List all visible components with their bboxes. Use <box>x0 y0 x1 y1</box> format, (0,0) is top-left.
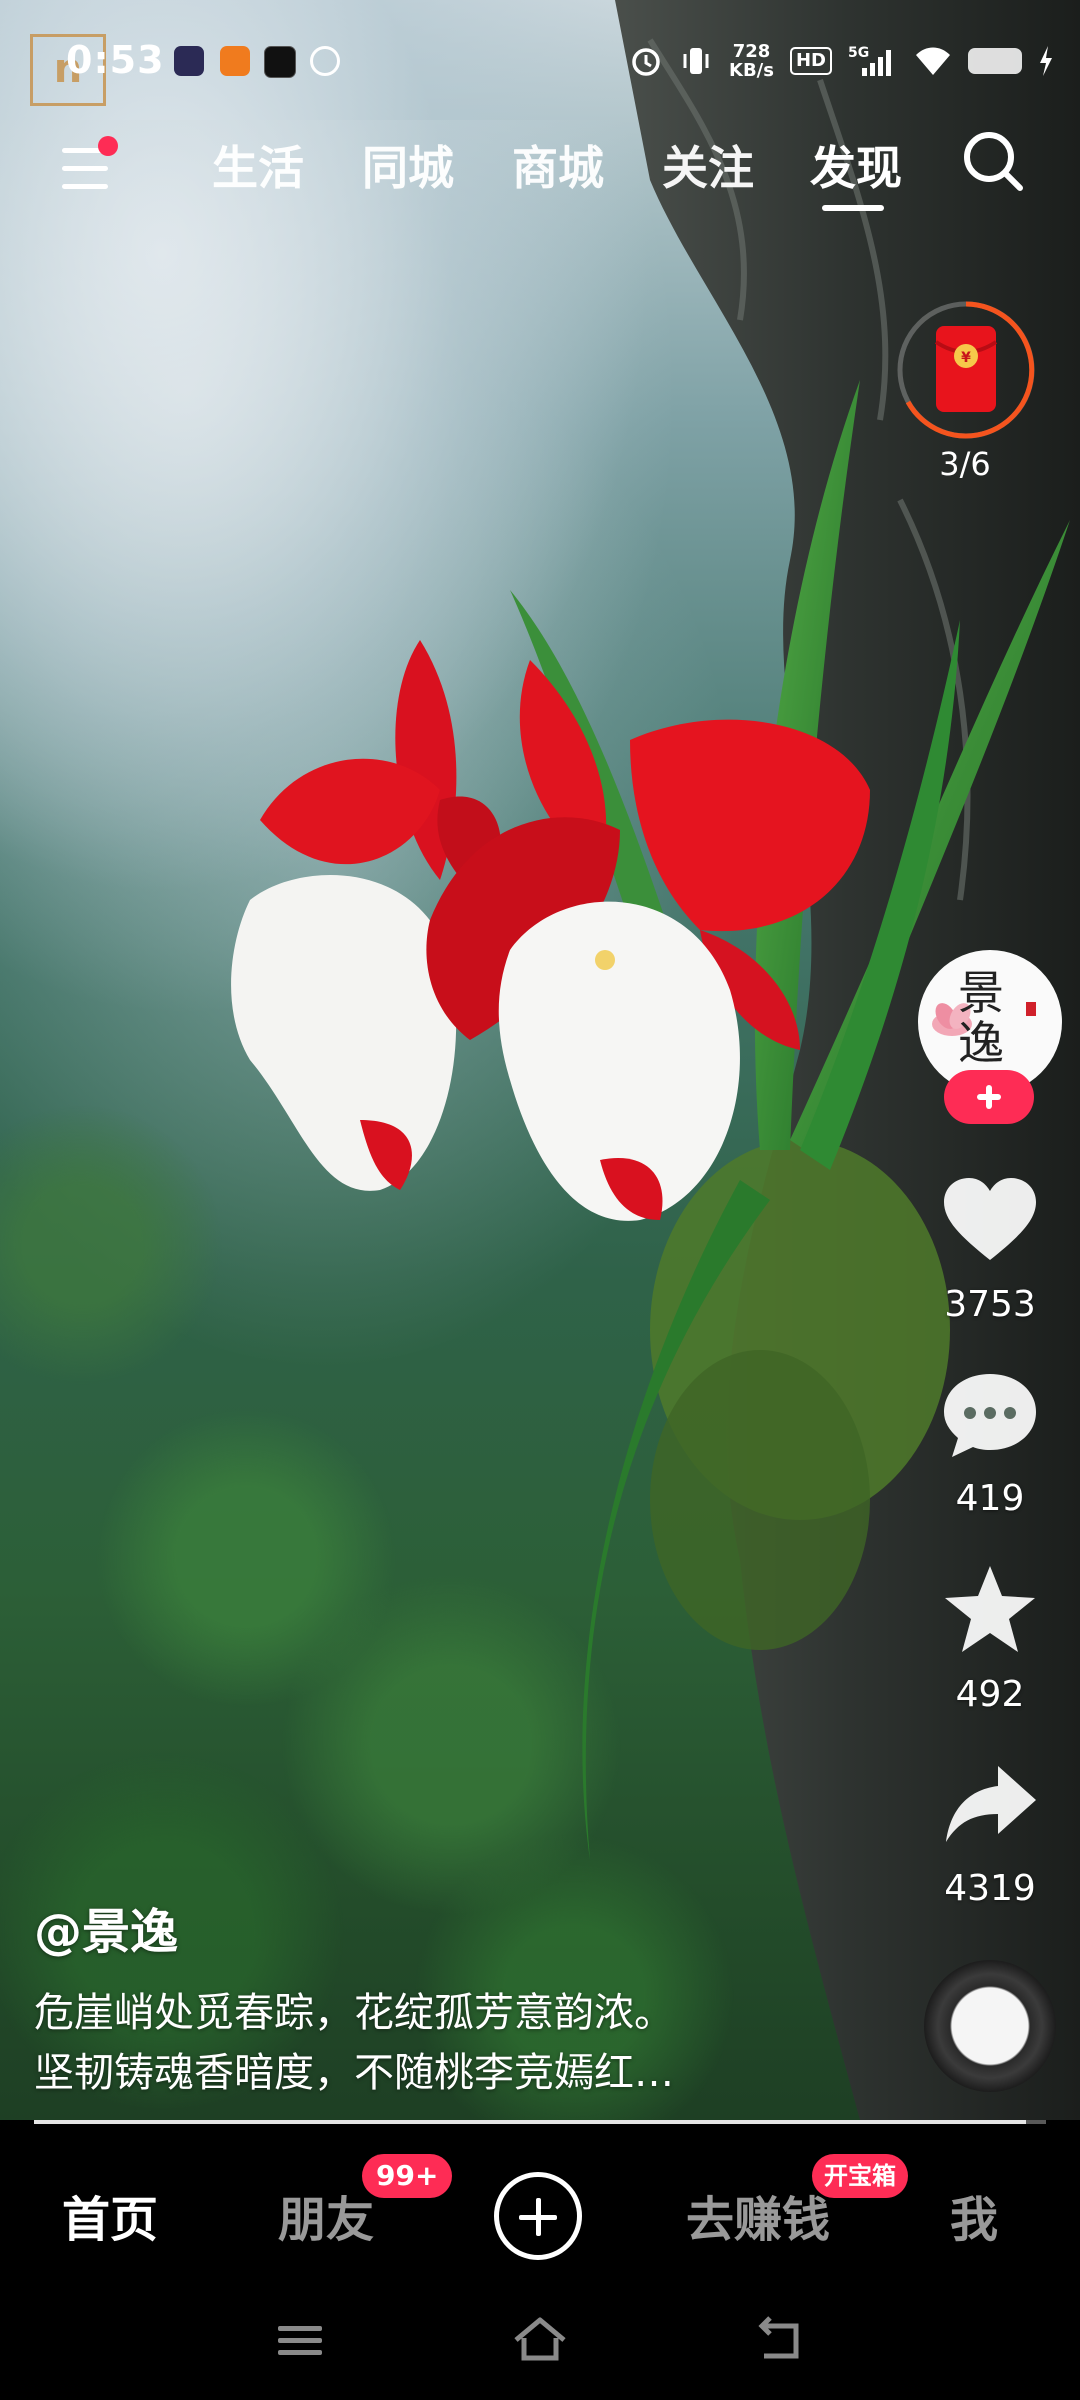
top-nav: 生活 同城 商城 关注 发现 <box>0 120 1080 211</box>
tab-nearby[interactable]: 同城 <box>362 132 454 198</box>
share-count: 4319 <box>944 1868 1036 1909</box>
create-post-button[interactable] <box>494 2172 582 2260</box>
red-envelope-widget[interactable]: ¥ <box>894 298 1038 442</box>
system-menu-button[interactable] <box>270 2310 330 2370</box>
wifi-icon <box>916 47 950 75</box>
video-feed-screen: n 0:53 728 KB/s HD 5G 生活 同城 商城 关注 发现 ¥ 3… <box>0 0 1080 2400</box>
hd-badge: HD <box>789 47 832 75</box>
svg-text:5G: 5G <box>848 45 869 61</box>
system-nav-bar <box>0 2284 1080 2400</box>
search-button[interactable] <box>958 126 1028 196</box>
favorite-count: 492 <box>955 1674 1025 1715</box>
vibrate-icon <box>683 48 709 74</box>
notification-dot <box>98 136 118 156</box>
share-button[interactable] <box>940 1760 1040 1850</box>
system-home-icon <box>514 2317 566 2361</box>
charging-icon <box>1040 46 1052 76</box>
shop-app-icon <box>220 46 250 76</box>
menu-button[interactable] <box>58 130 118 200</box>
system-back-icon <box>758 2316 799 2359</box>
favorite-button[interactable] <box>940 1564 1040 1654</box>
nav-home[interactable]: 首页 <box>62 2180 158 2250</box>
tab-life[interactable]: 生活 <box>212 132 304 198</box>
nav-friends[interactable]: 朋友 <box>278 2180 374 2250</box>
system-home-button[interactable] <box>510 2310 570 2370</box>
video-app-icon <box>174 46 204 76</box>
tiktok-app-icon <box>264 46 296 78</box>
nav-earn[interactable]: 去赚钱 <box>686 2180 830 2250</box>
status-time: 0:53 <box>66 38 165 82</box>
tab-mall[interactable]: 商城 <box>512 132 604 198</box>
music-disc-icon[interactable] <box>924 1960 1056 2092</box>
cloud-app-icon <box>310 46 340 76</box>
like-count: 3753 <box>944 1284 1036 1325</box>
follow-button[interactable] <box>944 1070 1034 1124</box>
active-tab-indicator <box>822 205 884 211</box>
alarm-icon <box>632 48 660 76</box>
red-envelope-icon: ¥ <box>897 301 1035 439</box>
red-envelope-progress: 3/6 <box>939 445 991 483</box>
like-button[interactable] <box>940 1176 1040 1266</box>
comment-icon <box>944 1374 1036 1457</box>
net-speed: 728 KB/s <box>729 41 774 81</box>
creator-handle[interactable]: @景逸 <box>34 1892 178 1962</box>
nav-me[interactable]: 我 <box>950 2180 998 2250</box>
comment-count: 419 <box>955 1478 1025 1519</box>
friends-badge: 99+ <box>362 2154 453 2198</box>
system-back-button[interactable] <box>750 2310 810 2370</box>
caption-line-1[interactable]: 危崖峭处觅春踪，花绽孤芳意韵浓。 <box>34 1980 794 2038</box>
battery-icon <box>968 48 1022 74</box>
share-icon <box>946 1766 1036 1842</box>
plus-icon <box>977 1085 1001 1109</box>
signal-5g-icon: 5G <box>848 45 891 76</box>
earn-badge: 开宝箱 <box>812 2154 908 2198</box>
status-indicators: 728 KB/s HD 5G <box>629 36 1054 86</box>
caption-line-2[interactable]: 坚韧铸魂香暗度，不随桃李竞嫣红… <box>34 2040 794 2098</box>
svg-text:¥: ¥ <box>961 350 971 366</box>
star-icon <box>945 1566 1035 1652</box>
comment-button[interactable] <box>940 1370 1040 1460</box>
system-menu-icon <box>278 2326 322 2355</box>
heart-icon <box>944 1178 1036 1260</box>
status-bar: n 0:53 728 KB/s HD 5G <box>0 0 1080 120</box>
bottom-nav: 首页 朋友 99+ 去赚钱 开宝箱 我 <box>0 2124 1080 2284</box>
tab-following[interactable]: 关注 <box>662 132 754 198</box>
tab-discover[interactable]: 发现 <box>810 132 902 198</box>
avatar-calligraphy: 景逸 <box>958 966 1004 1070</box>
search-icon <box>964 132 1023 191</box>
